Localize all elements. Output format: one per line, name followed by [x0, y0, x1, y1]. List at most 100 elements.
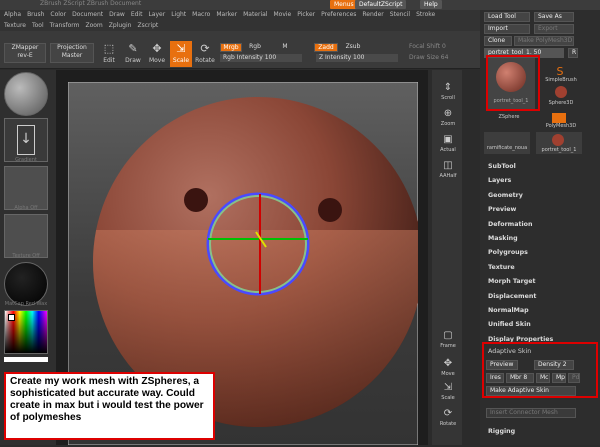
rgb-intensity-slider[interactable]: Rgb Intensity 100 [220, 54, 302, 62]
make-polymesh-button[interactable]: Make PolyMesh3D [514, 36, 574, 46]
help-button[interactable]: Help [420, 0, 442, 9]
menu-texture[interactable]: Texture [4, 21, 26, 31]
zoom-icon: ⊕ [443, 108, 453, 119]
menu-geometry[interactable]: Geometry [488, 192, 523, 199]
menu-marker[interactable]: Marker [216, 10, 237, 21]
menu-unified-skin[interactable]: Unified Skin [488, 321, 531, 328]
draw-size-slider[interactable]: Draw Size 64 [406, 54, 462, 62]
draw-button[interactable]: ✎ Draw [122, 41, 144, 67]
menu-edit[interactable]: Edit [131, 10, 143, 21]
scale-button[interactable]: ⇲ Scale [170, 41, 192, 67]
zmapper-label: ZMapper [11, 44, 39, 51]
menu-rigging[interactable]: Rigging [488, 428, 515, 435]
primary-color-swatch[interactable] [8, 314, 15, 321]
move-icon: ✥ [443, 358, 453, 369]
menu-stencil[interactable]: Stencil [390, 10, 410, 21]
projection-sub-label: Master [61, 52, 83, 59]
move-icon: ✥ [152, 42, 162, 55]
secondary-color-bar[interactable] [4, 357, 48, 362]
scroll-icon: ⇕ [443, 82, 453, 93]
zadd-toggle[interactable]: Zadd [314, 43, 338, 52]
menu-transform[interactable]: Transform [50, 21, 80, 31]
default-zscript-button[interactable]: DefaultZScript [355, 0, 407, 9]
menu-layers[interactable]: Layers [488, 177, 511, 184]
r-button[interactable]: R [568, 48, 578, 58]
scroll-view-button[interactable]: ⇕ Scroll [435, 80, 461, 104]
draw-icon: ✎ [128, 42, 138, 55]
ramificate-label: ramificate_noua [486, 145, 528, 151]
stroke-arrow-icon: ↓ [17, 125, 35, 155]
brush-thumbnail[interactable] [4, 72, 48, 116]
menu-brush[interactable]: Brush [27, 10, 44, 21]
menu-stroke[interactable]: Stroke [416, 10, 435, 21]
m-toggle[interactable]: M [278, 43, 292, 52]
menu-preferences[interactable]: Preferences [321, 10, 356, 21]
menu-displacement[interactable]: Displacement [488, 293, 536, 300]
texture-thumbnail[interactable] [4, 214, 48, 258]
menu-render[interactable]: Render [362, 10, 383, 21]
load-tool-button[interactable]: Load Tool [484, 12, 530, 22]
stroke-thumbnail[interactable]: ↓ [4, 118, 48, 162]
move-view-button[interactable]: ✥ Move [435, 356, 461, 380]
polymesh3d-icon[interactable] [552, 113, 566, 123]
alpha-thumbnail[interactable] [4, 166, 48, 210]
menu-zscript[interactable]: Zscript [137, 21, 158, 31]
menu-layer[interactable]: Layer [148, 10, 165, 21]
clone-button[interactable]: Clone [484, 36, 512, 46]
menu-movie[interactable]: Movie [273, 10, 291, 21]
color-picker[interactable] [4, 310, 48, 354]
menu-texture[interactable]: Texture [488, 264, 515, 271]
actual-view-button[interactable]: ▣ Actual [435, 132, 461, 156]
zmapper-button[interactable]: ZMapper rev-E [4, 43, 46, 63]
aahalf-view-button[interactable]: ◫ AAHalf [435, 158, 461, 182]
focal-shift-slider[interactable]: Focal Shift 0 [406, 43, 462, 51]
projection-master-button[interactable]: Projection Master [50, 43, 94, 63]
menu-alpha[interactable]: Alpha [4, 10, 21, 21]
move-button[interactable]: ✥ Move [146, 41, 168, 67]
scale-label: Scale [172, 57, 190, 64]
material-thumbnail[interactable] [4, 262, 48, 306]
z-intensity-slider[interactable]: Z Intensity 100 [316, 54, 398, 62]
menu-polygroups[interactable]: Polygroups [488, 249, 528, 256]
menus-button[interactable]: Menus [330, 0, 358, 9]
rgb-toggle[interactable]: Rgb [244, 43, 266, 52]
menu-zoom[interactable]: Zoom [85, 21, 102, 31]
actual-label: Actual [440, 147, 456, 153]
save-as-button[interactable]: Save As [534, 12, 574, 22]
menu-masking[interactable]: Masking [488, 235, 518, 242]
insert-connector-mesh-button[interactable]: Insert Connector Mesh [486, 408, 576, 418]
title-bar: ZBrush ZScript ZBrush Document Menus Def… [0, 0, 600, 10]
import-button[interactable]: Import [484, 24, 530, 34]
export-button[interactable]: Export [534, 24, 574, 34]
menu-preview[interactable]: Preview [488, 206, 516, 213]
move-label: Move [441, 371, 455, 377]
menu-deformation[interactable]: Deformation [488, 221, 532, 228]
menu-morph-target[interactable]: Morph Target [488, 278, 536, 285]
scale-label: Scale [441, 395, 455, 401]
menu-color[interactable]: Color [50, 10, 66, 21]
scale-view-button[interactable]: ⇲ Scale [435, 380, 461, 404]
menu-light[interactable]: Light [171, 10, 186, 21]
alpha-off-label: Alpha Off [14, 205, 38, 211]
sphere3d-icon[interactable] [555, 86, 567, 98]
menu-material[interactable]: Material [243, 10, 267, 21]
portret-tool-2[interactable]: portret_tool_1 [536, 132, 582, 154]
menu-picker[interactable]: Picker [297, 10, 315, 21]
app-title: ZBrush ZScript ZBrush Document [40, 0, 142, 7]
zoom-view-button[interactable]: ⊕ Zoom [435, 106, 461, 130]
frame-view-button[interactable]: ▢ Frame [435, 328, 461, 352]
ramificate-tool[interactable]: ramificate_noua [484, 132, 530, 154]
menu-tool[interactable]: Tool [32, 21, 44, 31]
rotate-view-button[interactable]: ⟳ Rotate [435, 406, 461, 430]
scroll-label: Scroll [441, 95, 455, 101]
menu-document[interactable]: Document [72, 10, 103, 21]
menu-subtool[interactable]: SubTool [488, 163, 516, 170]
menu-zplugin[interactable]: Zplugin [109, 21, 132, 31]
mrgb-toggle[interactable]: Mrgb [220, 43, 242, 52]
edit-button[interactable]: ⬚ Edit [98, 41, 120, 67]
menu-draw[interactable]: Draw [109, 10, 125, 21]
menu-normalmap[interactable]: NormalMap [488, 307, 529, 314]
rotate-button[interactable]: ⟳ Rotate [194, 41, 216, 67]
menu-macro[interactable]: Macro [192, 10, 210, 21]
zsub-toggle[interactable]: Zsub [342, 43, 364, 52]
